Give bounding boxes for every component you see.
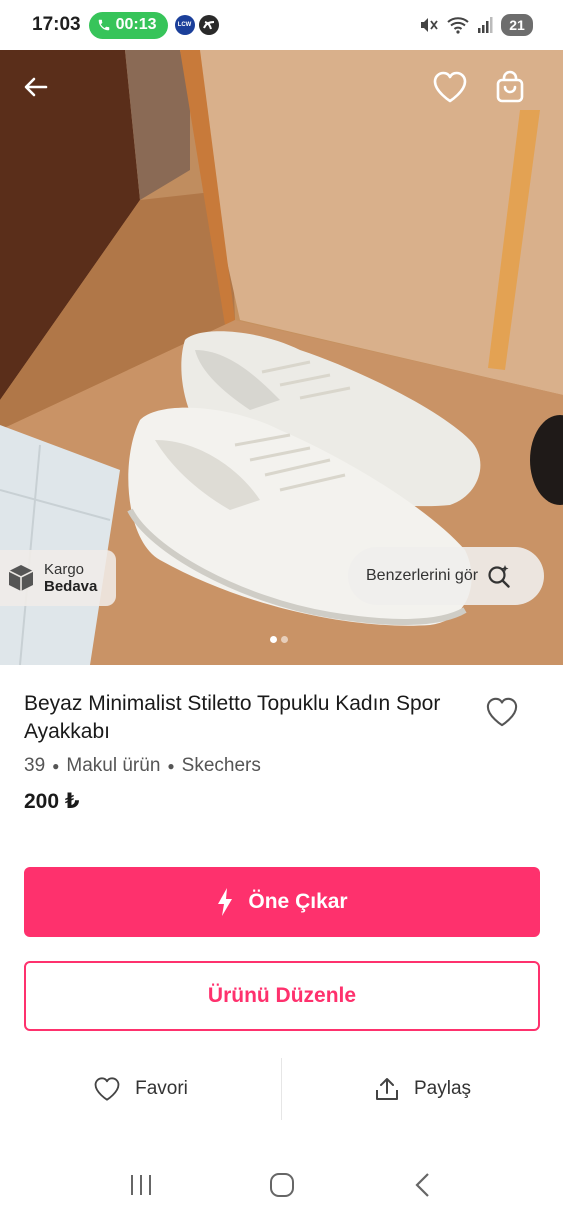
back-button[interactable] bbox=[16, 67, 56, 107]
share-icon bbox=[375, 1078, 398, 1100]
free-shipping-badge: Kargo Bedava bbox=[0, 550, 116, 606]
product-favorite-button[interactable] bbox=[482, 692, 522, 732]
meta-separator: ● bbox=[52, 759, 60, 773]
meta-separator: ● bbox=[167, 759, 175, 773]
heart-icon bbox=[433, 71, 467, 103]
favorite-action[interactable]: Favori bbox=[0, 1058, 281, 1120]
call-indicator[interactable]: 00:13 bbox=[88, 11, 168, 39]
wifi-icon bbox=[447, 17, 469, 34]
promote-label: Öne Çıkar bbox=[248, 890, 348, 913]
recent-apps-button[interactable] bbox=[111, 1155, 171, 1215]
carousel-dot-active bbox=[270, 636, 277, 643]
heart-outline-icon bbox=[486, 697, 518, 727]
share-action[interactable]: Paylaş bbox=[282, 1058, 563, 1120]
shopping-bag-icon bbox=[496, 70, 524, 103]
product-image-carousel[interactable]: Kargo Bedava Benzerlerini gör bbox=[0, 50, 563, 665]
signal-icon bbox=[478, 17, 493, 33]
lightning-icon bbox=[218, 888, 233, 916]
product-condition: Makul ürün bbox=[66, 755, 161, 776]
edit-product-button[interactable]: Ürünü Düzenle bbox=[24, 961, 540, 1031]
cart-button[interactable] bbox=[490, 67, 530, 107]
see-similar-button[interactable]: Benzerlerini gör bbox=[348, 547, 544, 605]
sparkle-search-icon bbox=[488, 565, 510, 588]
favorite-label: Favori bbox=[135, 1078, 188, 1099]
battery-indicator: 21 bbox=[501, 14, 533, 36]
promote-button[interactable]: Öne Çıkar bbox=[24, 867, 540, 937]
phone-icon bbox=[98, 19, 109, 31]
package-icon bbox=[8, 565, 34, 591]
see-similar-label: Benzerlerini gör bbox=[366, 567, 479, 584]
product-size: 39 bbox=[24, 755, 46, 776]
action-row: Favori Paylaş bbox=[0, 1058, 563, 1120]
status-bar: 17:03 00:13 LCW 21 bbox=[0, 0, 563, 50]
product-price: 200 ₺ bbox=[24, 790, 80, 813]
chevron-left-icon bbox=[414, 1172, 429, 1197]
system-back-button[interactable] bbox=[393, 1155, 453, 1215]
bedava-label: Bedava bbox=[44, 578, 98, 595]
kargo-label: Kargo bbox=[44, 561, 85, 578]
recent-apps-icon bbox=[130, 1174, 151, 1195]
status-time: 17:03 bbox=[32, 14, 81, 35]
share-label: Paylaş bbox=[413, 1078, 472, 1099]
favorite-button[interactable] bbox=[430, 67, 470, 107]
mute-icon bbox=[421, 18, 438, 32]
app-notification-icon bbox=[198, 15, 219, 35]
product-brand: Skechers bbox=[181, 755, 261, 776]
carousel-indicator bbox=[270, 636, 288, 643]
edit-product-label: Ürünü Düzenle bbox=[207, 984, 357, 1007]
home-icon bbox=[269, 1172, 294, 1197]
heart-icon bbox=[94, 1077, 120, 1101]
lcw-app-icon: LCW bbox=[174, 15, 195, 35]
call-timer: 00:13 bbox=[115, 16, 157, 33]
carousel-dot bbox=[281, 636, 288, 643]
system-nav-bar bbox=[0, 1150, 563, 1219]
product-meta: 39 ● Makul ürün ● Skechers bbox=[24, 755, 261, 777]
back-arrow-icon bbox=[24, 77, 48, 97]
home-button[interactable] bbox=[252, 1155, 312, 1215]
product-title: Beyaz Minimalist Stiletto Topuklu Kadın … bbox=[24, 692, 441, 743]
